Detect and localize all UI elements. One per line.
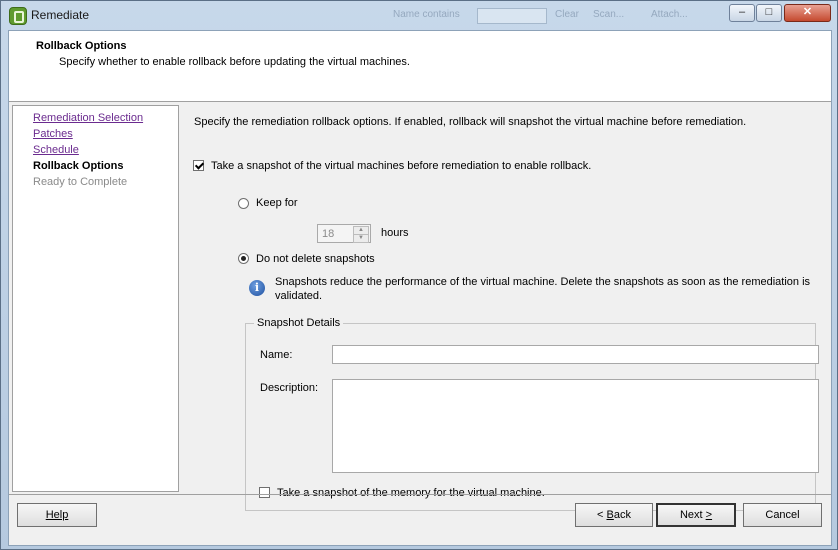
- cancel-button[interactable]: Cancel: [743, 503, 822, 527]
- nav-step-schedule[interactable]: Schedule: [33, 144, 79, 156]
- window-title: Remediate: [31, 8, 90, 22]
- keep-for-label[interactable]: Keep for: [256, 197, 298, 209]
- wizard-header: Rollback Options Specify whether to enab…: [9, 31, 831, 102]
- memory-snapshot-label[interactable]: Take a snapshot of the memory for the vi…: [277, 487, 545, 499]
- snapshot-description-label: Description:: [260, 382, 319, 394]
- enable-rollback-label[interactable]: Take a snapshot of the virtual machines …: [211, 160, 591, 172]
- snapshot-name-input[interactable]: [332, 345, 819, 364]
- background-ghost-text: Clear: [555, 9, 579, 20]
- info-icon: i: [249, 280, 265, 296]
- nav-step-rollback-options: Rollback Options: [33, 160, 124, 172]
- help-button[interactable]: Help: [17, 503, 97, 527]
- snapshot-description-textarea[interactable]: [332, 379, 819, 473]
- wizard-step-nav: Remediation Selection Patches Schedule R…: [12, 105, 179, 492]
- background-ghost-field: [477, 8, 547, 24]
- cancel-button-label: Cancel: [765, 509, 800, 521]
- next-button-accel: >: [705, 509, 713, 521]
- hours-unit-label: hours: [381, 227, 409, 239]
- background-ghost-text: Name contains: [393, 9, 460, 20]
- spinner-down-icon: ▼: [353, 234, 369, 243]
- maximize-button[interactable]: □: [756, 4, 782, 22]
- snapshot-name-label: Name:: [260, 349, 293, 361]
- background-ghost-text: Scan...: [593, 9, 625, 20]
- nav-step-ready-to-complete: Ready to Complete: [33, 176, 128, 188]
- next-button[interactable]: Next >: [656, 503, 736, 527]
- back-button-prefix: <: [597, 509, 607, 521]
- dialog-client-area: Rollback Options Specify whether to enab…: [8, 30, 832, 546]
- minimize-button[interactable]: –: [729, 4, 755, 22]
- help-button-label: Help: [45, 509, 69, 521]
- memory-snapshot-checkbox[interactable]: [259, 487, 270, 498]
- intro-text: Specify the remediation rollback options…: [194, 116, 747, 128]
- do-not-delete-snapshots-radio[interactable]: [238, 253, 249, 264]
- vsphere-app-icon: [9, 7, 27, 25]
- back-button[interactable]: < Back: [575, 503, 653, 527]
- close-button[interactable]: ✕: [784, 4, 831, 22]
- nav-step-patches[interactable]: Patches: [33, 128, 73, 140]
- next-button-label: Next: [679, 509, 706, 521]
- rollback-options-panel: Specify the remediation rollback options…: [179, 105, 831, 511]
- title-bar[interactable]: Remediate Name contains Clear Scan... At…: [1, 1, 837, 29]
- page-title: Rollback Options: [36, 40, 127, 52]
- nav-step-remediation-selection[interactable]: Remediation Selection: [33, 112, 143, 124]
- snapshot-details-legend: Snapshot Details: [254, 317, 344, 329]
- enable-rollback-checkbox[interactable]: [193, 160, 204, 171]
- do-not-delete-snapshots-label[interactable]: Do not delete snapshots: [256, 253, 375, 265]
- page-subtitle: Specify whether to enable rollback befor…: [59, 56, 410, 68]
- remediate-window: Remediate Name contains Clear Scan... At…: [0, 0, 838, 550]
- footer-divider: [9, 494, 831, 495]
- snapshot-details-group: Snapshot Details Name: Description: Take…: [245, 317, 819, 511]
- snapshot-performance-note: Snapshots reduce the performance of the …: [275, 276, 811, 302]
- keep-for-radio[interactable]: [238, 198, 249, 209]
- back-button-accel: B: [606, 509, 614, 521]
- background-ghost-text: Attach...: [651, 9, 688, 20]
- keep-for-hours-value: 18: [322, 228, 335, 240]
- keep-for-hours-spinner: 18 ▲ ▼: [317, 224, 371, 243]
- back-button-rest: ack: [613, 509, 631, 521]
